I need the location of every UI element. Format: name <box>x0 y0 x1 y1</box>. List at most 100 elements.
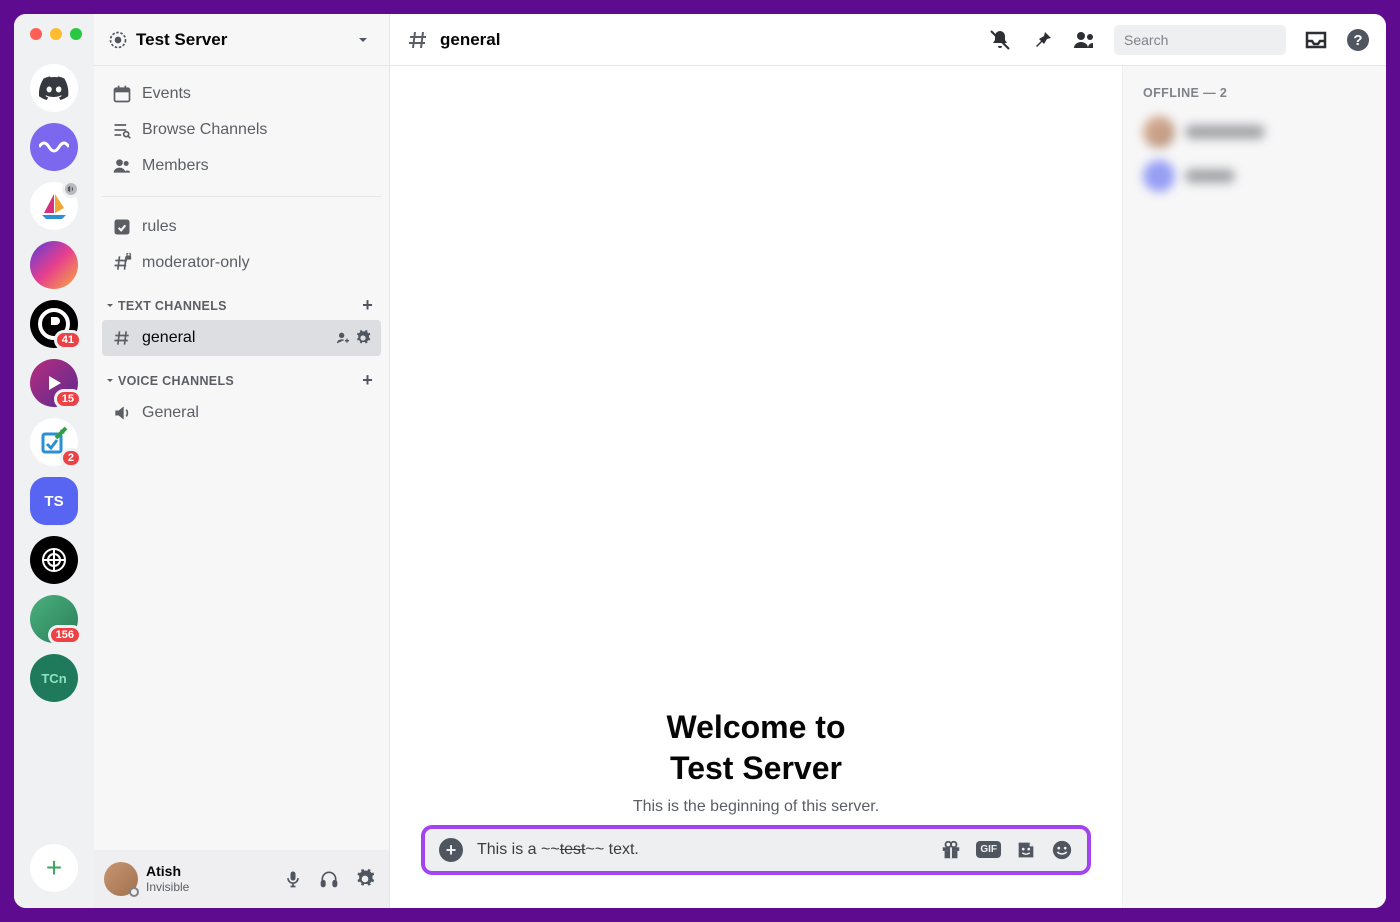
channel-sidebar: Test Server Events Browse Channels Membe… <box>94 14 390 908</box>
notifications-button[interactable] <box>988 28 1012 52</box>
category-label: TEXT CHANNELS <box>118 299 227 313</box>
members-label: Members <box>142 157 209 175</box>
welcome-line2: Test Server <box>670 750 842 786</box>
speaker-icon <box>112 403 132 423</box>
member-group-header: OFFLINE — 2 <box>1135 86 1374 100</box>
user-name-label: Atish <box>146 863 271 880</box>
chat-body: Welcome to Test Server This is the begin… <box>390 66 1386 908</box>
unread-badge: 15 <box>54 389 82 409</box>
channel-rules[interactable]: rules <box>102 209 381 245</box>
inbox-icon <box>1304 28 1328 52</box>
unread-badge: 156 <box>48 625 82 645</box>
sticker-button[interactable] <box>1015 839 1037 861</box>
search-box[interactable] <box>1114 25 1286 55</box>
server-item[interactable] <box>30 536 78 584</box>
server-item[interactable] <box>30 182 78 230</box>
channel-moderator-only[interactable]: moderator-only <box>102 245 381 281</box>
chevron-down-icon <box>104 375 116 387</box>
chat-main: general <box>390 14 1386 908</box>
messages-area: Welcome to Test Server This is the begin… <box>390 66 1122 908</box>
maximize-window-button[interactable] <box>70 28 82 40</box>
search-input[interactable] <box>1124 32 1305 48</box>
member-list-toggle[interactable] <box>1072 28 1096 52</box>
mute-mic-button[interactable] <box>279 865 307 893</box>
unread-badge: 41 <box>54 330 82 350</box>
svg-text:?: ? <box>1353 32 1362 49</box>
invite-icon[interactable] <box>335 330 351 346</box>
message-composer[interactable]: + This is a ~~test~~ text. GIF <box>422 826 1090 874</box>
channel-label: General <box>142 404 199 422</box>
add-channel-button[interactable]: + <box>362 295 373 316</box>
channel-list-scroll: Events Browse Channels Members rules mod… <box>94 66 389 850</box>
server-badge-icon <box>108 30 128 50</box>
threads-icon <box>946 28 970 52</box>
member-row[interactable] <box>1135 110 1374 154</box>
add-channel-button[interactable]: + <box>362 370 373 391</box>
settings-icon[interactable] <box>355 330 371 346</box>
user-avatar[interactable] <box>104 862 138 896</box>
hash-icon <box>406 28 430 52</box>
gift-button[interactable] <box>940 839 962 861</box>
rules-icon <box>112 217 132 237</box>
server-item[interactable] <box>30 123 78 171</box>
status-invisible-indicator <box>129 887 139 897</box>
gift-icon <box>940 839 962 861</box>
category-voice-channels[interactable]: VOICE CHANNELS + <box>102 356 381 395</box>
user-panel: Atish Invisible <box>94 850 389 908</box>
user-settings-button[interactable] <box>351 865 379 893</box>
minimize-window-button[interactable] <box>50 28 62 40</box>
help-button[interactable]: ? <box>1346 28 1370 52</box>
knot-icon <box>39 545 69 575</box>
member-row[interactable] <box>1135 154 1374 198</box>
server-abbreviation: TS <box>44 493 63 510</box>
browse-channels-button[interactable]: Browse Channels <box>102 112 381 148</box>
emoji-button[interactable] <box>1051 839 1073 861</box>
gear-icon <box>355 869 375 889</box>
hash-lock-icon <box>112 253 132 273</box>
user-status-label: Invisible <box>146 880 271 894</box>
channel-label: moderator-only <box>142 254 250 272</box>
category-text-channels[interactable]: TEXT CHANNELS + <box>102 281 381 320</box>
events-button[interactable]: Events <box>102 76 381 112</box>
gif-button[interactable]: GIF <box>976 839 1001 861</box>
channel-label: rules <box>142 218 177 236</box>
server-item[interactable]: 15 <box>30 359 78 407</box>
server-item[interactable]: 2 <box>30 418 78 466</box>
attach-button[interactable]: + <box>439 838 463 862</box>
threads-button[interactable] <box>946 28 970 52</box>
welcome-subtitle: This is the beginning of this server. <box>410 798 1102 816</box>
server-item[interactable] <box>30 241 78 289</box>
emoji-icon <box>1051 839 1073 861</box>
hash-icon <box>112 328 132 348</box>
server-item[interactable]: 41 <box>30 300 78 348</box>
headphones-icon <box>319 869 339 889</box>
events-label: Events <box>142 85 191 103</box>
server-item-current[interactable]: TS <box>30 477 78 525</box>
close-window-button[interactable] <box>30 28 42 40</box>
channel-label: general <box>142 329 195 347</box>
server-item[interactable]: TCn <box>30 654 78 702</box>
chevron-down-icon <box>104 300 116 312</box>
welcome-line1: Welcome to <box>667 709 846 745</box>
server-header-dropdown[interactable]: Test Server <box>94 14 389 66</box>
dm-home-button[interactable] <box>30 64 78 112</box>
sticker-icon <box>1015 839 1037 861</box>
bell-muted-icon <box>988 28 1012 52</box>
user-info-button[interactable]: Atish Invisible <box>146 863 271 894</box>
composer-text[interactable]: This is a ~~test~~ text. <box>477 841 926 859</box>
inbox-button[interactable] <box>1304 28 1328 52</box>
welcome-block: Welcome to Test Server This is the begin… <box>410 707 1102 826</box>
add-server-button[interactable]: + <box>30 844 78 892</box>
voice-channel-general[interactable]: General <box>102 395 381 431</box>
chat-header: general <box>390 14 1386 66</box>
members-button[interactable]: Members <box>102 148 381 184</box>
gif-icon: GIF <box>976 841 1001 858</box>
pinned-messages-button[interactable] <box>1030 28 1054 52</box>
deafen-button[interactable] <box>315 865 343 893</box>
microphone-icon <box>283 869 303 889</box>
app-window: 41 15 2 TS 156 TCn + Test Server <box>14 14 1386 908</box>
server-item[interactable]: 156 <box>30 595 78 643</box>
discord-icon <box>39 76 69 100</box>
channel-general[interactable]: general <box>102 320 381 356</box>
server-rail: 41 15 2 TS 156 TCn + <box>14 14 94 908</box>
